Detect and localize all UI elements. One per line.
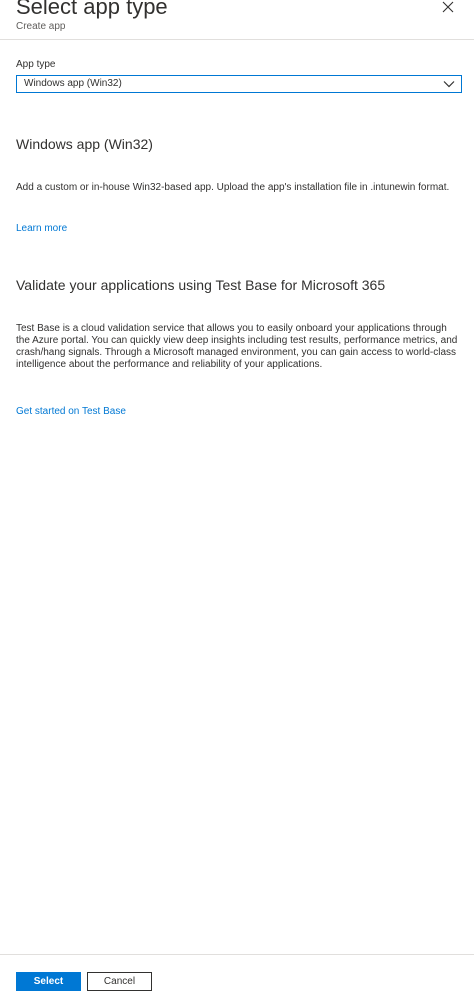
get-started-test-base-link[interactable]: Get started on Test Base (16, 406, 126, 418)
close-button[interactable] (438, 0, 458, 16)
panel-header: Select app type Create app (0, 0, 474, 40)
learn-more-link[interactable]: Learn more (16, 223, 67, 235)
chevron-down-icon (443, 80, 455, 88)
page-title: Select app type (16, 0, 168, 19)
testbase-section-description: Test Base is a cloud validation service … (16, 323, 458, 370)
win32-section-title: Windows app (Win32) (16, 136, 153, 152)
panel-footer: Select Cancel (0, 954, 474, 998)
close-icon (438, 0, 458, 16)
app-type-dropdown[interactable]: Windows app (Win32) (16, 75, 462, 93)
win32-section-description: Add a custom or in-house Win32-based app… (16, 182, 450, 193)
app-type-label: App type (16, 59, 56, 70)
testbase-section-title: Validate your applications using Test Ba… (16, 277, 386, 293)
cancel-button[interactable]: Cancel (87, 972, 152, 991)
page-subtitle: Create app (16, 21, 66, 32)
select-button[interactable]: Select (16, 972, 81, 991)
app-type-selected-value: Windows app (Win32) (24, 78, 122, 89)
select-app-type-panel: Select app type Create app App type Wind… (0, 0, 474, 998)
